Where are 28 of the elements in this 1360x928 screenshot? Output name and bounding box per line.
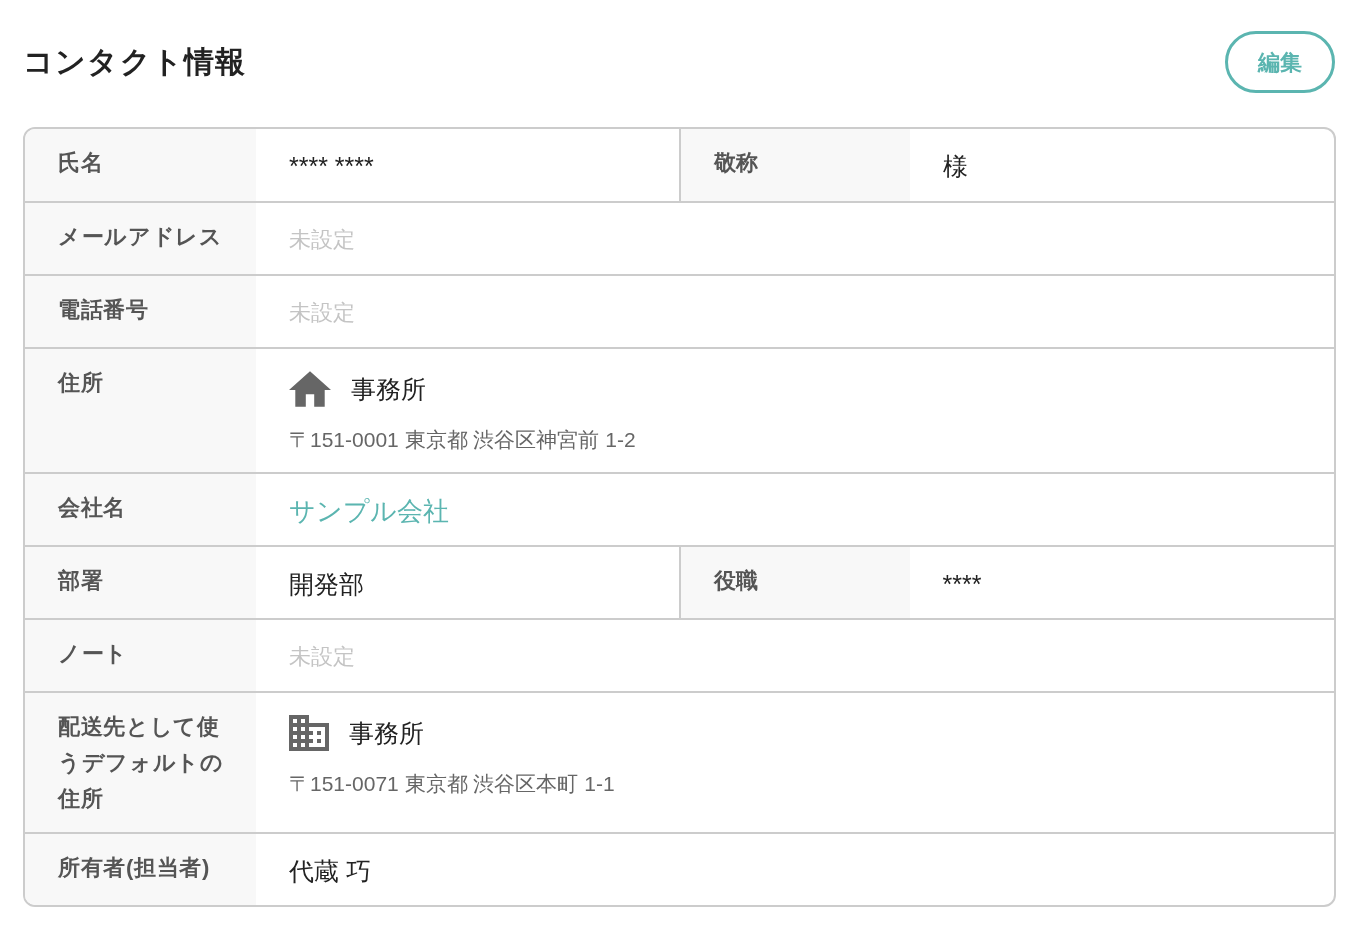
field-value: 様 — [942, 152, 968, 180]
address-line: 〒151-0071 東京都 渋谷区本町 1-1 — [289, 771, 616, 797]
house-icon — [289, 371, 331, 407]
section-title: コンタクト情報 — [23, 44, 247, 80]
field-label: 部署 — [58, 568, 104, 593]
field-label: 氏名 — [58, 150, 104, 175]
unset-text: 未設定 — [289, 644, 355, 669]
edit-button[interactable]: 編集 — [1225, 31, 1335, 93]
field-label: 役職 — [713, 568, 759, 593]
address-line: 〒151-0001 東京都 渋谷区神宮前 1-2 — [289, 427, 637, 453]
field-value: 開発部 — [289, 570, 364, 598]
field-label: 電話番号 — [58, 297, 149, 322]
field-label: 配送先として使うデフォルトの住所 — [58, 714, 224, 811]
field-label: ノート — [58, 641, 128, 666]
field-value: 代蔵 巧 — [289, 857, 371, 885]
address-name: 事務所 — [349, 718, 424, 749]
building-icon — [289, 715, 329, 751]
field-label: 所有者(担当者) — [58, 855, 210, 880]
company-link[interactable]: サンプル会社 — [289, 496, 449, 526]
field-label: 住所 — [58, 370, 104, 395]
field-label: 会社名 — [58, 495, 126, 520]
field-label: 敬称 — [713, 150, 759, 175]
field-value: **** — [942, 570, 982, 598]
field-label: メールアドレス — [58, 224, 223, 249]
address-name: 事務所 — [351, 374, 426, 405]
field-value: **** **** — [289, 152, 374, 180]
unset-text: 未設定 — [289, 227, 355, 252]
unset-text: 未設定 — [289, 300, 355, 325]
